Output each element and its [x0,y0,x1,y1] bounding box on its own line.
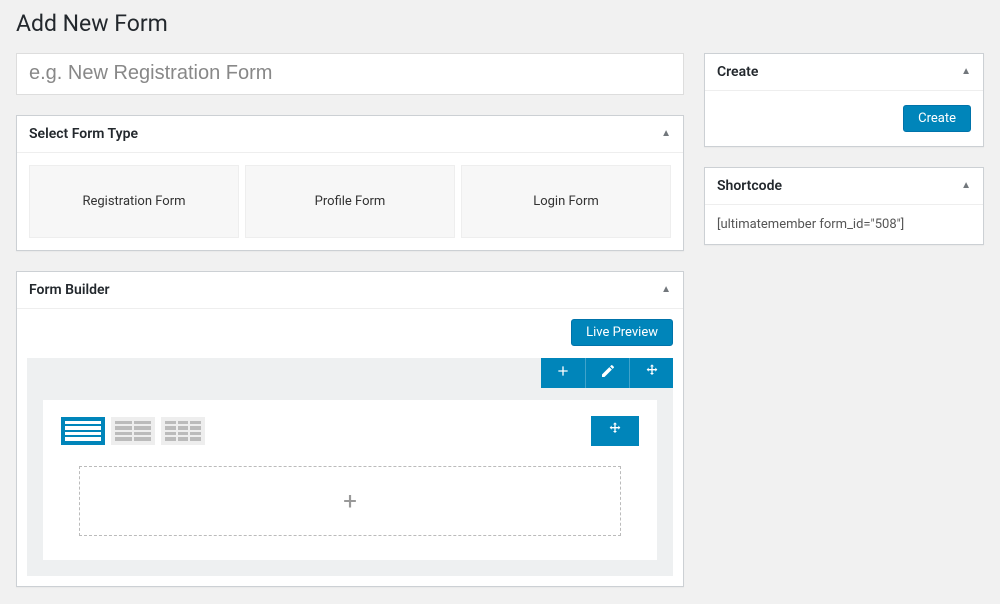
form-type-profile[interactable]: Profile Form [245,165,455,238]
shortcode-panel-title: Shortcode [717,178,782,194]
move-icon [644,363,660,383]
collapse-icon: ▲ [961,180,971,191]
column-layout-2[interactable] [111,417,155,445]
form-builder-panel-title: Form Builder [29,282,110,298]
form-builder-panel-header[interactable]: Form Builder ▲ [17,272,683,309]
form-type-panel: Select Form Type ▲ Registration Form Pro… [16,115,684,251]
add-row-button[interactable] [541,358,585,388]
create-panel: Create ▲ Create [704,53,984,147]
form-builder-panel: Form Builder ▲ Live Preview [16,271,684,587]
move-row-button[interactable] [629,358,673,388]
create-button[interactable]: Create [903,105,971,132]
plus-icon: + [343,487,357,515]
collapse-icon: ▲ [661,128,671,139]
collapse-icon: ▲ [661,284,671,295]
pencil-icon [600,363,616,383]
column-layout-3[interactable] [161,417,205,445]
create-panel-title: Create [717,64,758,80]
shortcode-value: [ultimatemember form_id="508"] [717,217,904,232]
shortcode-panel: Shortcode ▲ [ultimatemember form_id="508… [704,167,984,245]
edit-row-button[interactable] [585,358,629,388]
form-type-panel-header[interactable]: Select Form Type ▲ [17,116,683,153]
form-builder-canvas: + [27,358,673,576]
create-panel-header[interactable]: Create ▲ [705,54,983,91]
page-title: Add New Form [16,0,984,43]
form-type-registration[interactable]: Registration Form [29,165,239,238]
shortcode-panel-header[interactable]: Shortcode ▲ [705,168,983,205]
move-icon [607,421,623,441]
column-layout-1[interactable] [61,417,105,445]
add-field-dropzone[interactable]: + [79,466,621,536]
form-type-login[interactable]: Login Form [461,165,671,238]
row-drag-handle[interactable] [591,416,639,446]
collapse-icon: ▲ [961,66,971,77]
plus-icon [555,363,571,383]
form-builder-row: + [43,400,657,560]
form-title-input[interactable] [16,53,684,95]
live-preview-button[interactable]: Live Preview [571,319,673,346]
form-type-panel-title: Select Form Type [29,126,138,142]
